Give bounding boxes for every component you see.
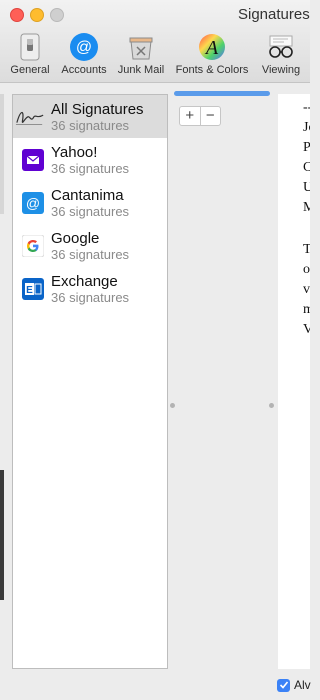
window-title: Signatures [238,6,310,23]
preview-line: -- [303,100,310,115]
toolbar: Signatures General @ Accounts Junk Mail … [0,0,310,83]
preview-line: C [303,160,310,175]
add-signature-button[interactable]: + [180,107,200,125]
preview-line: U [303,180,310,195]
account-row-all-signatures[interactable]: All Signatures 36 signatures [13,95,167,138]
column-resize-handle-right[interactable] [269,403,274,408]
toolbar-label-general: General [10,64,50,76]
signature-icon [15,105,45,129]
svg-text:A: A [204,37,219,59]
toolbar-accounts[interactable]: @ Accounts [57,32,111,76]
signature-preview-pane[interactable]: -- Jo P C U M T o v m V [278,94,310,669]
background-window-edge [0,94,4,214]
toolbar-label-fonts-colors: Fonts & Colors [175,64,249,76]
signature-list-scroll-indicator[interactable] [174,91,270,96]
minimize-window-button[interactable] [30,8,44,22]
at-sign-icon: @ [21,191,45,215]
preview-line: V [303,322,310,337]
preview-line: Jo [303,120,310,135]
background-window-edge-dark [0,470,4,600]
signature-count: 36 signatures [51,161,130,176]
svg-text:E: E [26,285,33,296]
account-name: Exchange [51,273,118,290]
accounts-at-icon: @ [69,32,99,62]
google-g-icon [21,234,45,258]
general-switch-icon [15,32,45,62]
viewing-glasses-icon [266,32,296,62]
mail-preferences-window: Signatures General @ Accounts Junk Mail … [0,0,311,700]
account-name: All Signatures [51,101,144,118]
account-row-yahoo[interactable]: Yahoo! 36 signatures [13,138,167,181]
toolbar-fonts-colors[interactable]: A Fonts & Colors [172,32,252,76]
checkmark-icon [279,681,288,689]
column-resize-handle-left[interactable] [170,403,175,408]
fonts-colors-icon: A [197,32,227,62]
exchange-icon: E [21,277,45,301]
preview-line: o [303,262,310,277]
account-row-cantanima[interactable]: @ Cantanima 36 signatures [13,181,167,224]
always-match-option[interactable]: Alv [277,678,311,692]
preview-line: P [303,140,310,155]
signature-accounts-list: All Signatures 36 signatures Yahoo! 36 s… [12,94,168,669]
preview-line: T [303,242,310,257]
toolbar-junk-mail[interactable]: Junk Mail [114,32,168,76]
close-window-button[interactable] [10,8,24,22]
signature-count: 36 signatures [51,204,130,219]
signatures-column: + − [168,82,276,672]
toolbar-general[interactable]: General [6,32,54,76]
account-name: Cantanima [51,187,124,204]
account-name: Google [51,230,100,247]
toolbar-viewing[interactable]: Viewing [258,32,304,76]
always-match-label: Alv [294,678,311,692]
toolbar-label-viewing: Viewing [261,64,301,76]
signature-count: 36 signatures [51,118,130,133]
account-row-exchange[interactable]: E Exchange 36 signatures [13,267,167,310]
remove-signature-button[interactable]: − [199,107,221,125]
signature-add-remove-controls: + − [179,106,221,126]
preview-line: v [303,282,310,297]
svg-text:@: @ [26,195,40,211]
always-match-checkbox[interactable] [277,678,290,692]
preview-line: M [303,200,310,215]
toolbar-label-accounts: Accounts [61,64,107,76]
account-row-google[interactable]: Google 36 signatures [13,224,167,267]
zoom-window-button[interactable] [50,8,64,22]
signature-count: 36 signatures [51,290,130,305]
signature-count: 36 signatures [51,247,130,262]
account-name: Yahoo! [51,144,98,161]
toolbar-label-junk-mail: Junk Mail [117,64,165,76]
yahoo-mail-icon [21,148,45,172]
preview-line: m [303,302,310,317]
svg-text:@: @ [76,39,92,56]
junk-mail-icon [126,32,156,62]
